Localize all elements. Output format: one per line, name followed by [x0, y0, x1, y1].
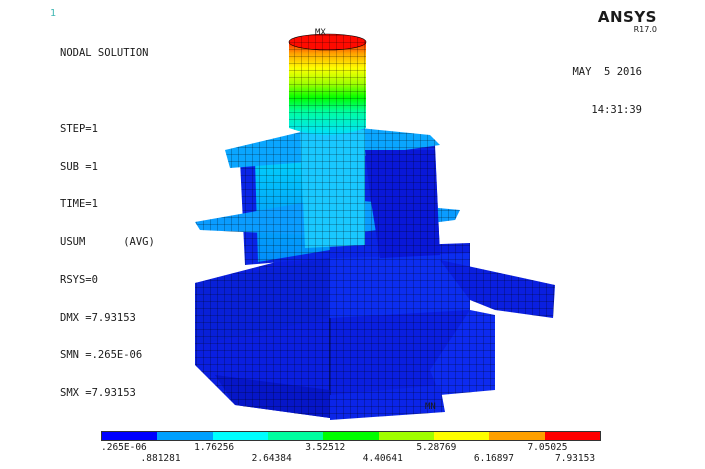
legend-swatch — [489, 432, 545, 440]
legend-swatch — [433, 432, 490, 440]
legend-swatch — [267, 432, 324, 440]
fea-model-viewport[interactable] — [0, 0, 705, 469]
legend-swatch — [378, 432, 434, 440]
contour-legend — [101, 431, 601, 441]
frame-structure — [195, 125, 460, 265]
min-marker: MN — [425, 402, 436, 412]
legend-swatch — [323, 432, 379, 440]
legend-swatch — [157, 432, 213, 440]
legend-swatch — [212, 432, 268, 440]
max-marker: MX — [315, 28, 326, 38]
legend-swatch — [102, 432, 158, 440]
column-cylinder — [288, 33, 367, 135]
legend-swatch — [544, 432, 600, 440]
